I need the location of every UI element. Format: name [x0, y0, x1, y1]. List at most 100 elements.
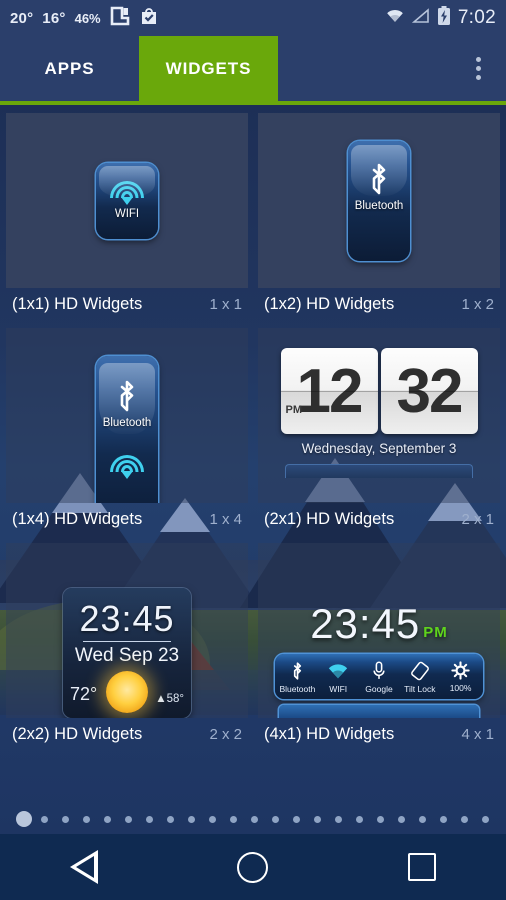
page-dot[interactable] [251, 815, 258, 823]
sun-icon [106, 671, 148, 713]
weather-row: 72° ▲58° [63, 671, 191, 713]
flip-card-hours: PM 12 [280, 348, 378, 434]
page-dot[interactable] [440, 815, 447, 823]
flip-card-minutes: 32 [380, 348, 478, 434]
flip-meridiem: PM [285, 404, 303, 416]
recents-square-icon [407, 853, 436, 881]
widget-name: (4x1) HD Widgets [264, 725, 395, 743]
tab-spacer [278, 36, 450, 101]
widget-preview-1x2[interactable]: Bluetooth [258, 113, 500, 288]
toggle-label: Bluetooth [102, 417, 152, 429]
page-dot[interactable] [230, 815, 237, 823]
gear-icon [451, 661, 470, 680]
page-dot[interactable] [293, 815, 300, 823]
widget-size: 1 x 4 [209, 511, 242, 528]
widget-size: 2 x 1 [461, 511, 494, 528]
widget-preview-1x1[interactable]: WIFI [6, 113, 248, 288]
navigation-bar [0, 834, 506, 900]
status-bar-right: 7:02 [385, 6, 496, 30]
clock-time: 23:45 [79, 598, 175, 639]
wifi-icon [385, 8, 405, 29]
overflow-dot [475, 57, 481, 62]
status-bar: 20° 16° 46% 7:02 [0, 0, 506, 36]
page-dot[interactable] [398, 815, 405, 823]
wifi-icon [329, 664, 348, 679]
page-indicator[interactable] [0, 804, 506, 834]
recents-button[interactable] [382, 834, 462, 900]
widget-size: 1 x 1 [209, 296, 242, 313]
flip-minutes: 32 [396, 356, 464, 426]
page-dot[interactable] [461, 815, 468, 823]
toggle-wifi: WIFI [318, 661, 359, 694]
widget-caption: (1x2) HD Widgets 1 x 2 [258, 288, 500, 324]
flip-clock-widget: PM 12 32 Wednesday, September 3 [279, 348, 479, 478]
widget-preview-1x4[interactable]: Bluetooth [6, 328, 248, 503]
widget-item[interactable]: 23:45 Wed Sep 23 72° ▲58° (2x2) HD Widge… [6, 543, 248, 758]
bluetooth-icon [293, 662, 302, 680]
next-widget-strip [279, 705, 479, 718]
widget-preview-2x1[interactable]: PM 12 32 Wednesday, September 3 [258, 328, 500, 503]
status-temp-secondary: 16° [42, 9, 66, 27]
page-dot[interactable] [335, 815, 342, 823]
tab-widgets[interactable]: WIDGETS [139, 36, 278, 101]
widget-item[interactable]: WIFI (1x1) HD Widgets 1 x 1 [6, 113, 248, 328]
tab-apps[interactable]: APPS [0, 36, 139, 101]
toggle-bluetooth: Bluetooth [277, 661, 318, 694]
widget-caption: (1x4) HD Widgets 1 x 4 [6, 503, 248, 539]
page-dot[interactable] [104, 815, 111, 823]
overflow-dot [475, 75, 481, 80]
page-dot[interactable] [83, 815, 90, 823]
widget-name: (1x1) HD Widgets [12, 295, 143, 313]
toggle-label: Tilt Lock [404, 684, 436, 694]
status-clock: 7:02 [457, 7, 496, 28]
microphone-icon [373, 661, 385, 679]
toggle-label: WIFI [329, 684, 348, 694]
page-dot[interactable] [314, 815, 321, 823]
clock-date: Wed Sep 23 [74, 645, 180, 666]
status-humidity: 46% [74, 10, 101, 26]
toggle-google: Google [359, 661, 400, 694]
widget-name: (1x4) HD Widgets [12, 510, 143, 528]
toggle-label: Bluetooth [354, 199, 404, 212]
page-dot[interactable] [482, 815, 489, 823]
widget-size: 2 x 2 [209, 726, 242, 743]
weather-widget-icon [110, 6, 130, 31]
widget-caption: (2x2) HD Widgets 2 x 2 [6, 718, 248, 754]
page-dot[interactable] [167, 815, 174, 823]
back-button[interactable] [44, 834, 124, 900]
toggle-label: Bluetooth [279, 684, 316, 694]
widget-name: (2x1) HD Widgets [264, 510, 395, 528]
page-dot[interactable] [419, 815, 426, 823]
toggle-tilt-lock: Tilt Lock [399, 661, 440, 694]
flip-date: Wednesday, September 3 [301, 441, 457, 456]
clock-toggles-widget: 23:45 PM Bluetooth WIFI Google Tilt Lock… [272, 600, 487, 718]
home-button[interactable] [213, 834, 293, 900]
page-dot[interactable] [377, 815, 384, 823]
divider [83, 641, 171, 642]
widget-preview-4x1[interactable]: 23:45 PM Bluetooth WIFI Google Tilt Lock… [258, 543, 500, 718]
flip-next-widget-strip [285, 464, 473, 478]
widget-item[interactable]: PM 12 32 Wednesday, September 3 (2x1) HD… [258, 328, 500, 543]
home-circle-icon [237, 851, 269, 883]
page-dot[interactable] [125, 815, 132, 823]
page-dot-active[interactable] [16, 811, 32, 827]
widget-name: (1x2) HD Widgets [264, 295, 395, 313]
widget-item[interactable]: Bluetooth (1x2) HD Widgets 1 x 2 [258, 113, 500, 328]
page-dot[interactable] [356, 815, 363, 823]
page-dot[interactable] [209, 815, 216, 823]
page-dot[interactable] [62, 815, 69, 823]
status-temp-current: 20° [10, 9, 34, 27]
page-dot[interactable] [188, 815, 195, 823]
page-dot[interactable] [146, 815, 153, 823]
signal-icon [411, 7, 430, 29]
bluetooth-icon [372, 163, 386, 194]
rotation-lock-icon [410, 661, 429, 681]
widget-item[interactable]: 23:45 PM Bluetooth WIFI Google Tilt Lock… [258, 543, 500, 758]
weather-temp: 72° [70, 684, 98, 704]
widget-item[interactable]: Bluetooth (1x4) HD Widgets 1 x 4 [6, 328, 248, 543]
page-dot[interactable] [41, 815, 48, 823]
page-dot[interactable] [272, 815, 279, 823]
widget-preview-2x2[interactable]: 23:45 Wed Sep 23 72° ▲58° [6, 543, 248, 718]
widget-name: (2x2) HD Widgets [12, 725, 143, 743]
overflow-menu-button[interactable] [450, 36, 506, 101]
